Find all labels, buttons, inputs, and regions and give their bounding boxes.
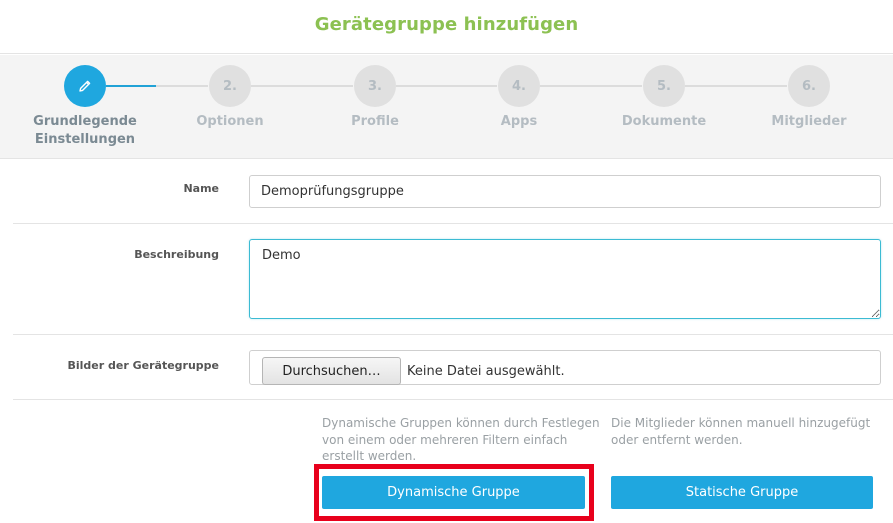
step-6-label[interactable]: Mitglieder xyxy=(739,113,879,131)
step-connector xyxy=(156,85,208,87)
dialog-title: Gerätegruppe hinzufügen xyxy=(314,14,579,35)
step-connector xyxy=(396,85,497,87)
static-group-button[interactable]: Statische Gruppe xyxy=(611,476,873,509)
step-4-circle[interactable]: 4. xyxy=(498,65,540,107)
wizard-stepper: Grundlegende Einstellungen 2. Optionen 3… xyxy=(0,55,893,159)
step-2-label[interactable]: Optionen xyxy=(160,113,300,131)
pencil-icon xyxy=(79,80,91,92)
description-row: Beschreibung Demo xyxy=(13,224,893,335)
step-3-circle[interactable]: 3. xyxy=(354,65,396,107)
name-row: Name Demoprüfungsgruppe xyxy=(13,160,893,224)
step-connector xyxy=(685,85,787,87)
description-textarea[interactable]: Demo xyxy=(249,239,881,319)
step-5-label[interactable]: Dokumente xyxy=(594,113,734,131)
name-input[interactable]: Demoprüfungsgruppe xyxy=(249,175,881,208)
step-4-label[interactable]: Apps xyxy=(449,113,589,131)
dynamic-group-button[interactable]: Dynamische Gruppe xyxy=(322,476,585,509)
browse-button[interactable]: Durchsuchen… xyxy=(262,357,401,385)
file-input[interactable]: Durchsuchen… Keine Datei ausgewählt. xyxy=(249,350,881,385)
step-connector xyxy=(540,85,642,87)
step-2-circle[interactable]: 2. xyxy=(209,65,251,107)
file-status-text: Keine Datei ausgewählt. xyxy=(407,364,565,379)
images-label: Bilder der Gerätegruppe xyxy=(67,359,220,372)
dialog-header: Gerätegruppe hinzufügen xyxy=(0,0,893,54)
static-group-description: Die Mitglieder können manuell hinzugefüg… xyxy=(611,416,871,447)
step-5-circle[interactable]: 5. xyxy=(643,65,685,107)
step-1-circle[interactable] xyxy=(64,65,106,107)
step-3-label[interactable]: Profile xyxy=(305,113,445,131)
images-row: Bilder der Gerätegruppe Durchsuchen… Kei… xyxy=(13,335,893,400)
step-1-label[interactable]: Grundlegende Einstellungen xyxy=(15,113,155,149)
description-label: Beschreibung xyxy=(134,248,219,261)
step-connector-active xyxy=(106,85,156,87)
dynamic-group-description: Dynamische Gruppen können durch Festlege… xyxy=(322,416,600,463)
step-6-circle[interactable]: 6. xyxy=(788,65,830,107)
name-label: Name xyxy=(183,182,219,195)
step-connector xyxy=(251,85,353,87)
